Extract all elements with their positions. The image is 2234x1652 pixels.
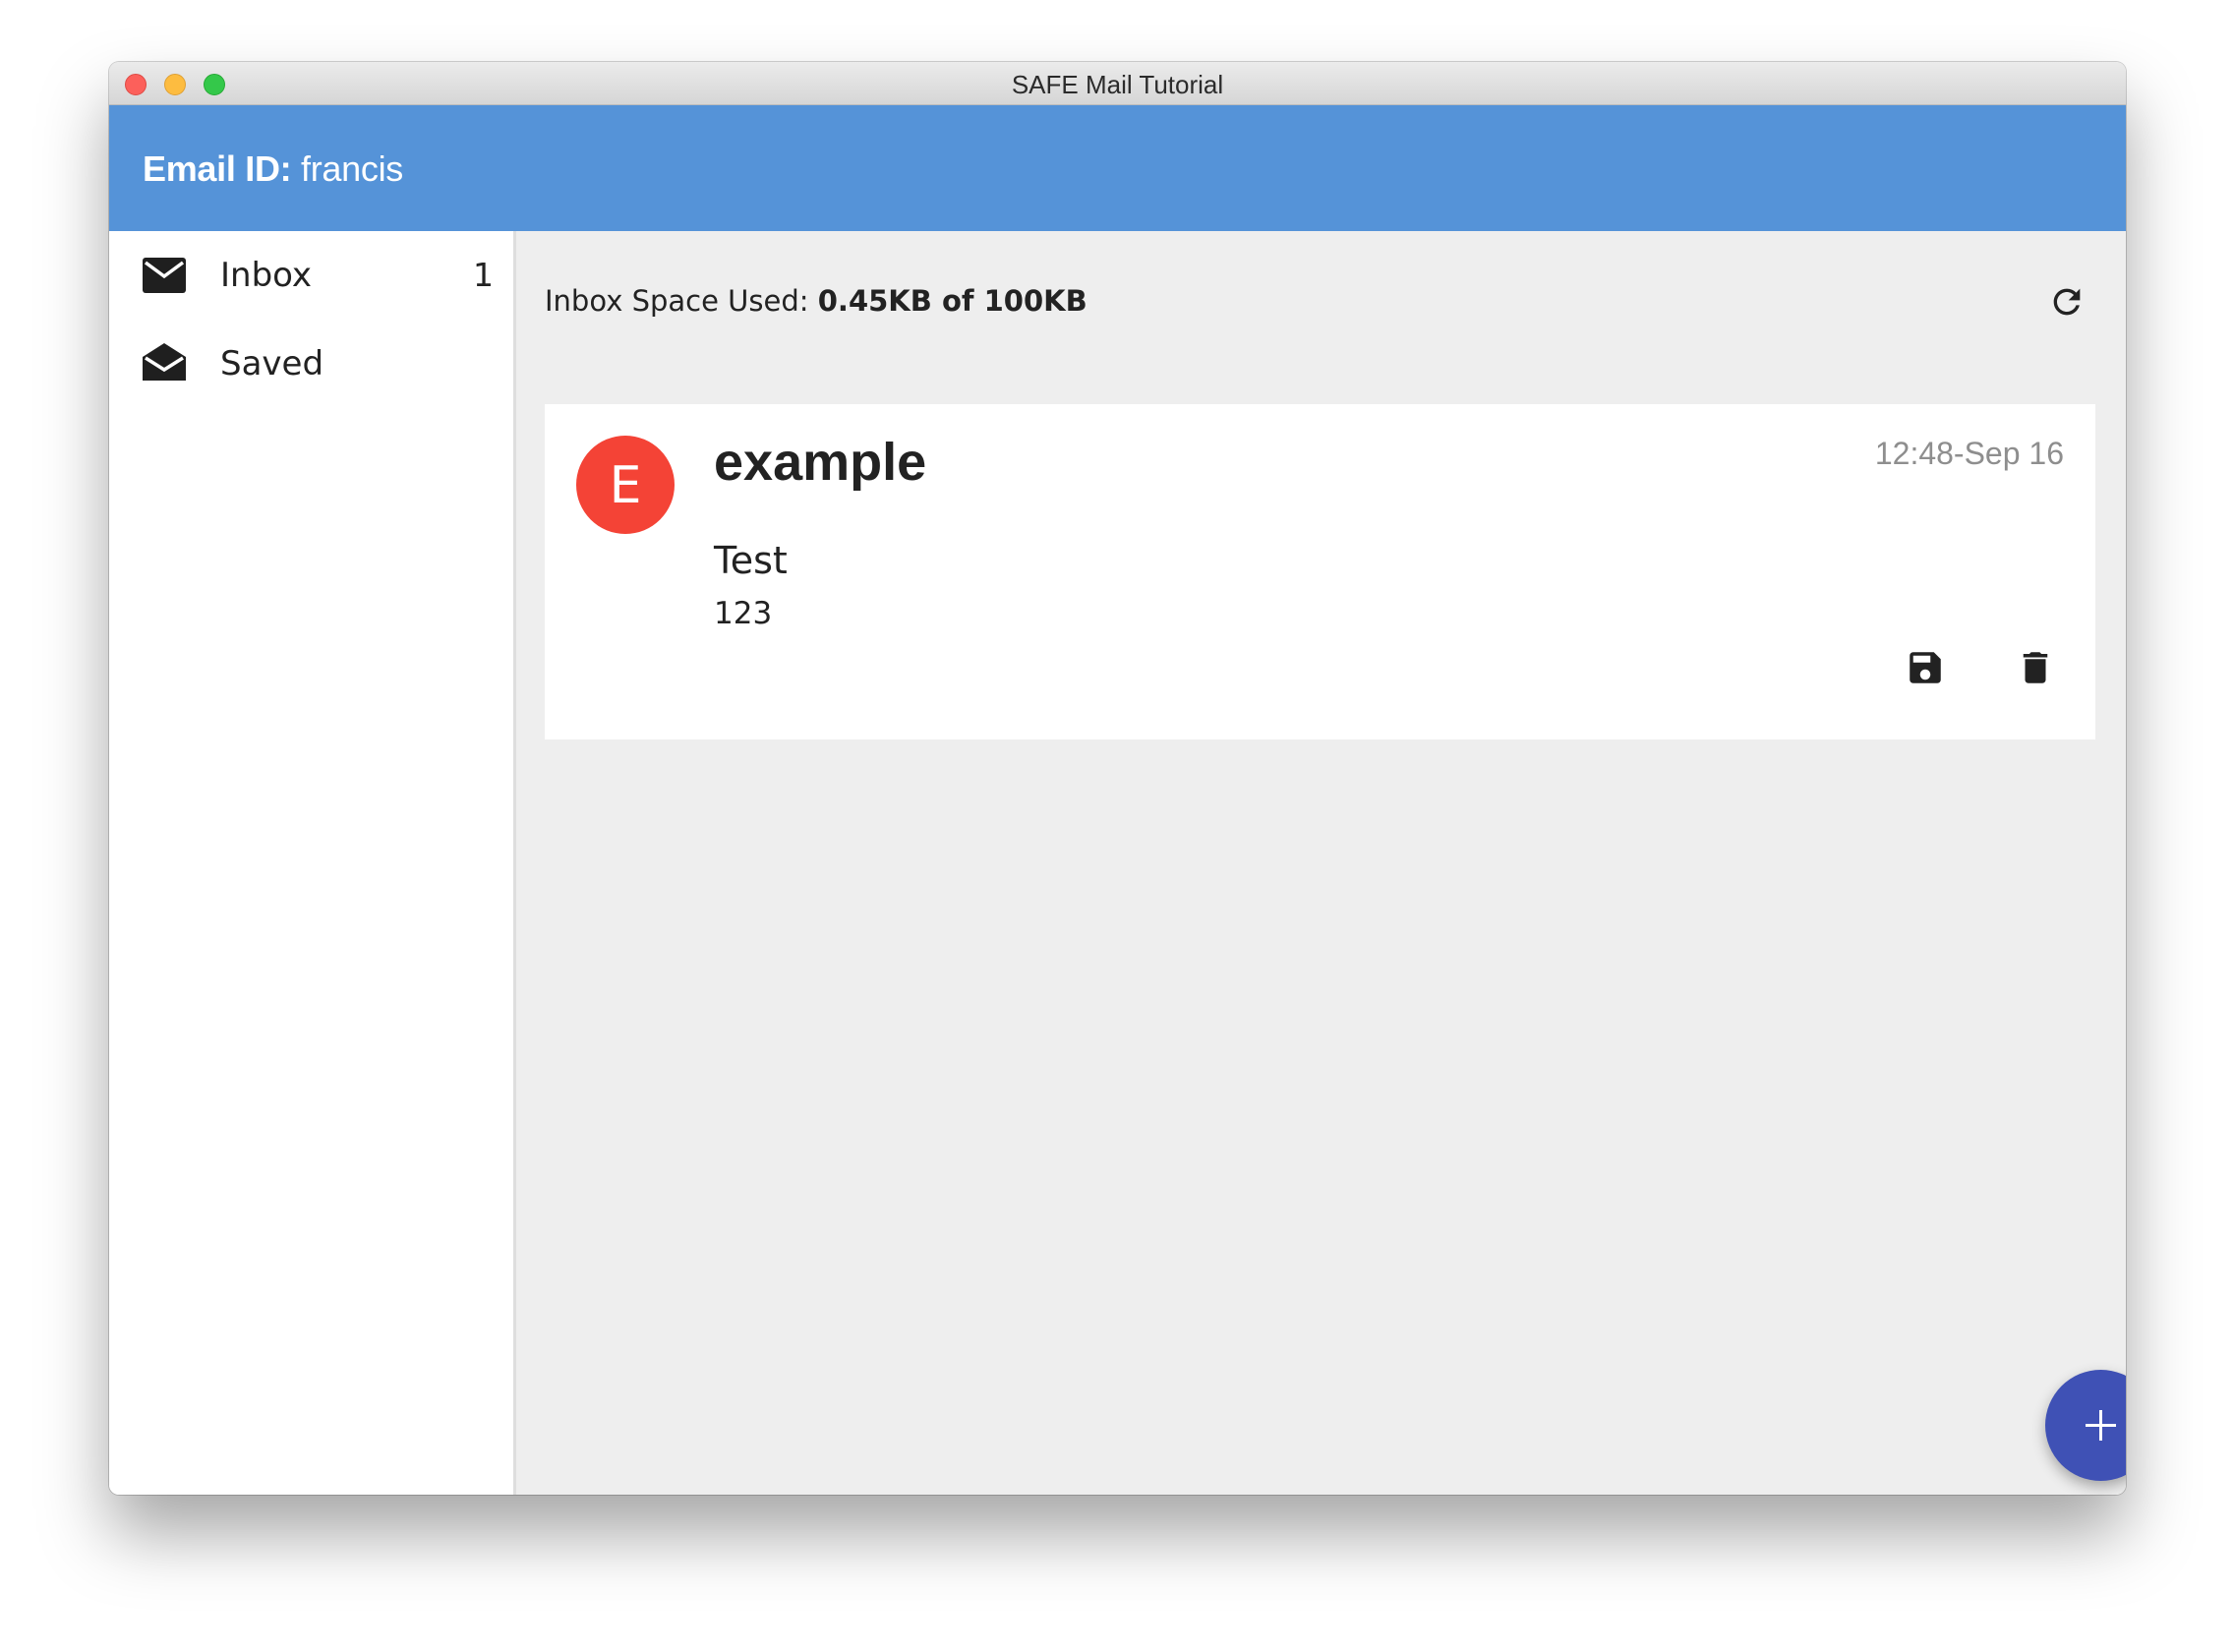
- sidebar-item-saved[interactable]: Saved: [109, 320, 513, 408]
- space-label: Inbox Space Used:: [545, 284, 809, 318]
- save-icon[interactable]: [1905, 647, 1946, 688]
- sidebar-item-label: Inbox: [220, 256, 313, 295]
- inbox-count: 1: [473, 256, 494, 294]
- drafts-icon: [143, 343, 186, 381]
- app-bar: Email ID: francis: [109, 105, 2126, 231]
- main-panel: Inbox Space Used: 0.45KB of 100KB E exam…: [516, 231, 2126, 1495]
- message-subject: Test: [714, 539, 788, 582]
- space-value: 0.45KB of 100KB: [817, 284, 1088, 318]
- message-timestamp: 12:48-Sep 16: [1874, 436, 2064, 471]
- avatar: E: [576, 436, 675, 534]
- delete-icon[interactable]: [2015, 647, 2056, 688]
- email-id-value: francis: [301, 148, 403, 189]
- message-sender: example: [714, 433, 927, 492]
- mail-icon: [143, 258, 186, 293]
- sidebar-item-label: Saved: [220, 344, 324, 384]
- email-id-label: Email ID:: [143, 148, 292, 189]
- sidebar-item-inbox[interactable]: Inbox 1: [109, 231, 513, 320]
- refresh-icon[interactable]: [2047, 282, 2087, 322]
- sidebar: Inbox 1 Saved: [109, 231, 516, 1495]
- title-bar[interactable]: SAFE Mail Tutorial: [109, 62, 2126, 105]
- message-card[interactable]: E example 12:48-Sep 16 Test 123: [545, 404, 2095, 739]
- email-id-heading: Email ID: francis: [143, 148, 403, 190]
- app-window: SAFE Mail Tutorial Email ID: francis Inb…: [109, 62, 2126, 1495]
- window-title: SAFE Mail Tutorial: [1011, 70, 1224, 99]
- compose-button[interactable]: [2045, 1370, 2126, 1481]
- plus-icon: [2086, 1410, 2116, 1441]
- inbox-space-used: Inbox Space Used: 0.45KB of 100KB: [545, 284, 1088, 318]
- message-body: 123: [714, 596, 773, 631]
